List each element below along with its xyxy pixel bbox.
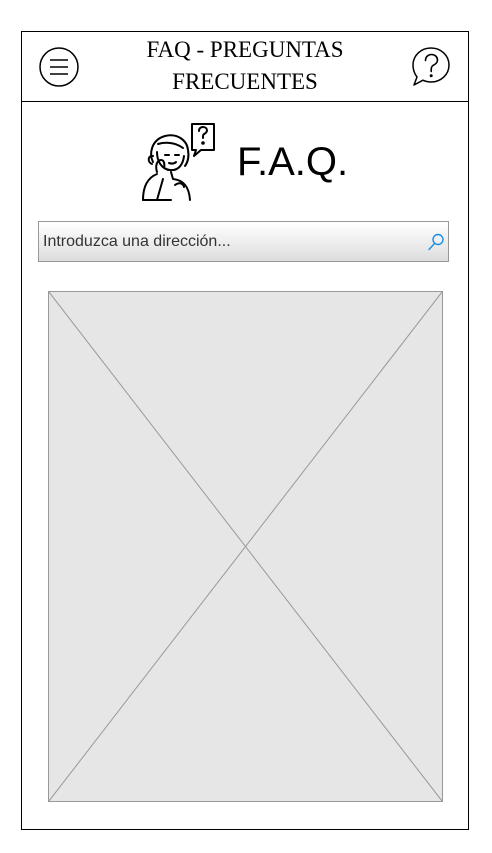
page-title-line-2: FRECUENTES (172, 69, 318, 94)
image-placeholder (48, 291, 443, 802)
search-icon[interactable] (426, 232, 446, 252)
menu-button[interactable] (38, 46, 80, 88)
faq-heading: F.A.Q. (237, 140, 349, 184)
header-bar: FAQ - PREGUNTAS FRECUENTES (22, 32, 468, 102)
page-title-line-1: FAQ - PREGUNTAS (146, 37, 344, 62)
help-button[interactable] (408, 44, 454, 90)
question-speech-bubble-icon (412, 47, 450, 86)
faq-illustration (135, 122, 217, 204)
page-title: FAQ - PREGUNTAS FRECUENTES (102, 34, 388, 98)
person-with-question-bubble-icon (142, 123, 215, 201)
hamburger-menu-icon (39, 47, 79, 87)
search-bar (38, 221, 449, 262)
search-input[interactable] (39, 222, 419, 261)
app-frame: FAQ - PREGUNTAS FRECUENTES F.A.Q. Introd… (21, 31, 469, 830)
image-placeholder-cross (49, 292, 442, 801)
